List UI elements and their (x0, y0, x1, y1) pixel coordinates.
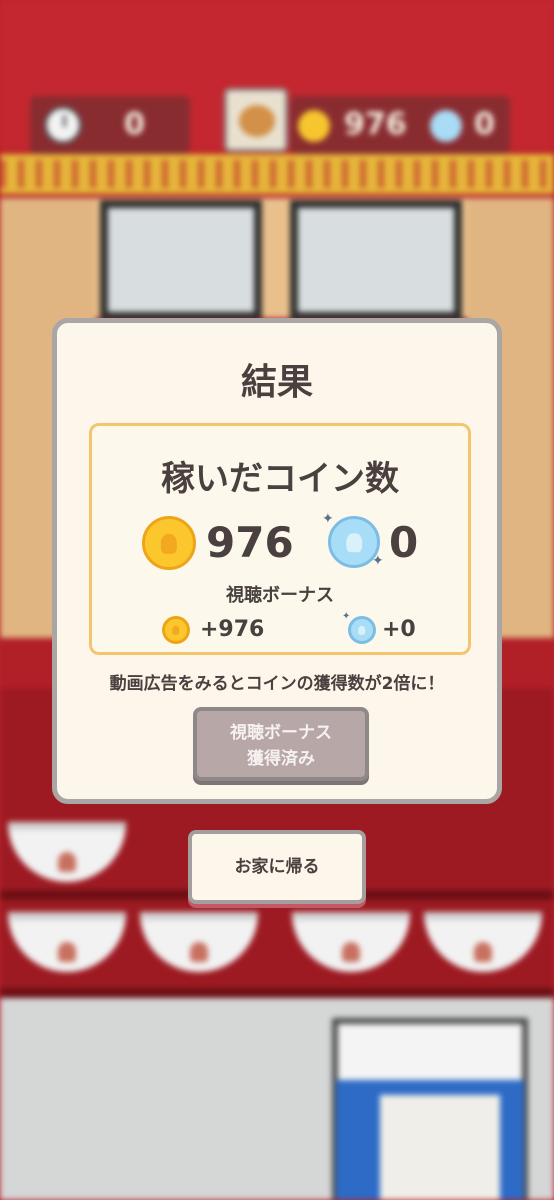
result-dialog: 結果 稼いだコイン数 976 ✦ ✦ 0 視聴ボーナス +976 ✦ +0 動画… (52, 318, 502, 804)
delivery-box-label (380, 1095, 500, 1200)
bonus-blue-value: +0 (382, 617, 416, 642)
gold-coin-icon (142, 516, 196, 570)
shelf-divider (0, 988, 554, 998)
blue-coin-icon (430, 110, 462, 142)
bonus-label: 視聴ボーナス (226, 585, 334, 606)
go-home-button[interactable]: お家に帰る (188, 830, 366, 904)
hud-gem-value: 0 (474, 107, 495, 142)
fret-pattern (0, 160, 554, 188)
hud-coin-value: 976 (344, 107, 407, 142)
earned-coins-title: 稼いだコイン数 (161, 459, 399, 499)
watch-bonus-button-line1: 視聴ボーナス (230, 723, 332, 743)
bonus-gold-value: +976 (200, 617, 265, 642)
sparkle-icon: ✦ (372, 553, 384, 569)
watch-bonus-button-line2: 獲得済み (247, 749, 315, 769)
gold-coin-count: 976 (206, 518, 294, 567)
sparkle-icon: ✦ (342, 611, 351, 622)
ad-bonus-note: 動画広告をみるとコインの獲得数が2倍に！ (109, 674, 445, 694)
sparkle-icon: ✦ (322, 511, 334, 527)
watch-bonus-button[interactable]: 視聴ボーナス 獲得済み (193, 707, 369, 781)
blue-coin-count: 0 (389, 518, 419, 567)
dialog-title: 結果 (240, 362, 313, 403)
window-left (100, 200, 262, 320)
blue-coin-icon (348, 616, 376, 644)
gold-coin-icon (162, 616, 190, 644)
timer-value: 0 (124, 107, 145, 142)
gold-coin-icon (298, 110, 330, 142)
clock-icon (44, 106, 82, 144)
earned-coins-panel: 稼いだコイン数 976 ✦ ✦ 0 視聴ボーナス +976 ✦ +0 (89, 423, 471, 655)
player-avatar-icon[interactable] (224, 88, 288, 152)
window-right (290, 200, 462, 320)
